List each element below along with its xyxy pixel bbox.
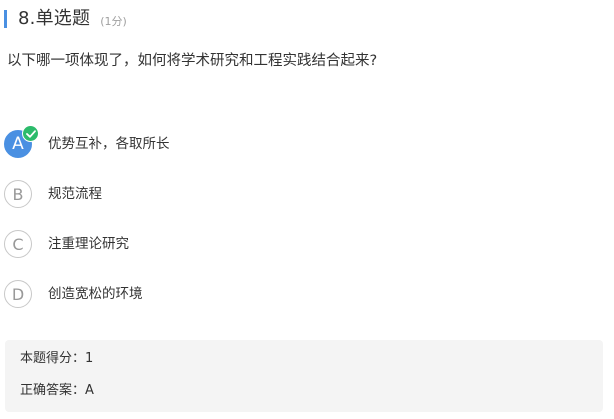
option-d-text: 创造宽松的环境: [48, 286, 143, 302]
option-b-text: 规范流程: [48, 186, 102, 202]
option-b-letter: B: [12, 184, 24, 204]
option-a-circle[interactable]: A: [4, 125, 39, 158]
option-b-circle[interactable]: B: [4, 180, 32, 208]
option-c-letter: C: [12, 234, 24, 254]
option-c-circle[interactable]: C: [4, 230, 32, 258]
check-circle-icon: [22, 125, 39, 142]
option-c-text: 注重理论研究: [48, 236, 129, 252]
option-a-text: 优势互补，各取所长: [48, 136, 170, 152]
option-c[interactable]: C 注重理论研究: [4, 228, 604, 260]
option-d-letter: D: [11, 284, 25, 304]
option-d[interactable]: D 创造宽松的环境: [4, 278, 604, 310]
option-d-circle[interactable]: D: [4, 280, 32, 308]
question-page: 8.单选题 (1分) 以下哪一项体现了，如何将学术研究和工程实践结合起来? A …: [0, 0, 614, 419]
question-title: 8.单选题: [18, 8, 91, 29]
question-header: 8.单选题 (1分): [4, 7, 127, 31]
answer-result-panel: 本题得分：1 正确答案：A: [5, 340, 603, 412]
question-score-note: (1分): [100, 14, 127, 28]
question-score-result: 本题得分：1: [20, 351, 94, 366]
title-accent-bar: [4, 10, 7, 28]
correct-answer: 正确答案：A: [20, 383, 94, 398]
options-list: A 优势互补，各取所长 B 规范流程 C 注重理论研究 D 创造宽松的环境: [4, 125, 604, 328]
option-b[interactable]: B 规范流程: [4, 178, 604, 210]
question-stem: 以下哪一项体现了，如何将学术研究和工程实践结合起来?: [7, 53, 378, 69]
option-a[interactable]: A 优势互补，各取所长: [4, 125, 604, 160]
